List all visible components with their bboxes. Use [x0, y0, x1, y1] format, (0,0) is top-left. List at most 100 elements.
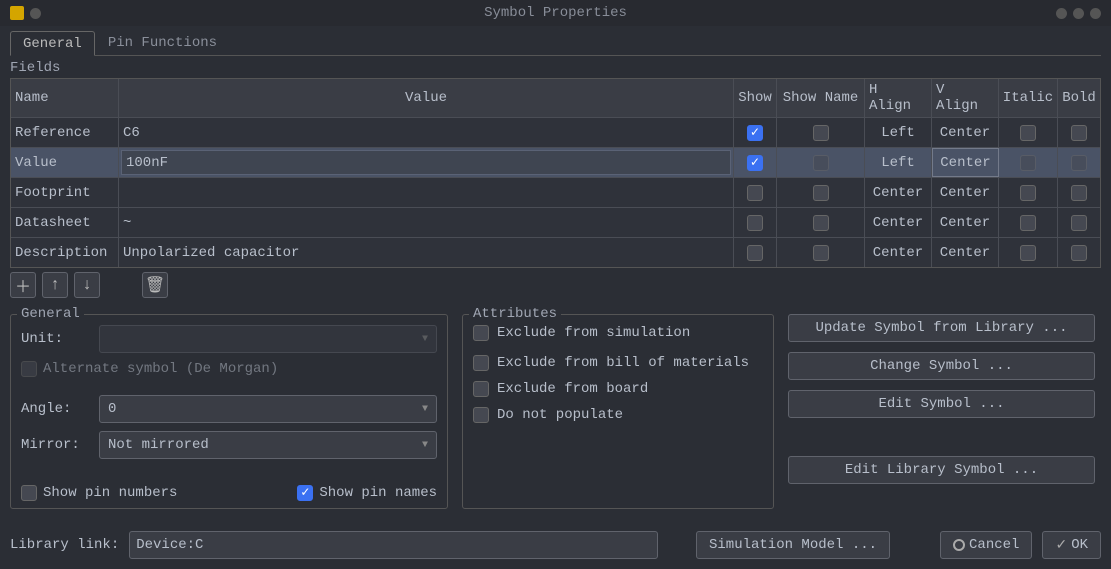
edit-symbol-button[interactable]: Edit Symbol ... [788, 390, 1095, 418]
angle-value: 0 [108, 401, 116, 417]
th-valign: V Align [932, 79, 999, 117]
delete-field-button[interactable]: 🗑 [142, 272, 168, 298]
cell-value[interactable]: ~ [119, 208, 734, 237]
th-showname: Show Name [777, 79, 865, 117]
cell-value[interactable]: C6 [119, 118, 734, 147]
chk-showname[interactable] [813, 215, 829, 231]
cell-name[interactable]: Description [11, 238, 119, 267]
exclude-board-label: Exclude from board [497, 381, 648, 397]
chk-italic[interactable] [1020, 125, 1036, 141]
ok-button[interactable]: ✓ OK [1042, 531, 1101, 559]
exclude-bom-checkbox[interactable] [473, 355, 489, 371]
cell-valign[interactable]: Center [932, 208, 999, 237]
cell-halign[interactable]: Left [865, 118, 932, 147]
cell-value[interactable]: 100nF [119, 148, 734, 177]
chk-showname[interactable] [813, 185, 829, 201]
cancel-button[interactable]: Cancel [940, 531, 1032, 559]
titlebar: Symbol Properties [0, 0, 1111, 26]
table-row[interactable]: Reference C6 Left Center [11, 117, 1100, 147]
show-pin-names-checkbox[interactable] [297, 485, 313, 501]
chk-italic[interactable] [1020, 155, 1036, 171]
library-link-input[interactable]: Device:C [129, 531, 658, 559]
chk-italic[interactable] [1020, 185, 1036, 201]
add-field-button[interactable]: ＋ [10, 272, 36, 298]
cell-value[interactable]: Unpolarized capacitor [119, 238, 734, 267]
tab-pin-functions[interactable]: Pin Functions [95, 30, 230, 55]
update-symbol-button[interactable]: Update Symbol from Library ... [788, 314, 1095, 342]
cell-valign[interactable]: Center [932, 118, 999, 147]
show-pin-names-label: Show pin names [319, 485, 437, 501]
chk-show[interactable] [747, 245, 763, 261]
library-link-label: Library link: [10, 537, 119, 553]
cell-name[interactable]: Footprint [11, 178, 119, 207]
cell-valign[interactable]: Center [932, 148, 999, 177]
alternate-symbol-label: Alternate symbol (De Morgan) [43, 361, 278, 377]
maximize-dot[interactable] [1073, 8, 1084, 19]
cell-valign[interactable]: Center [932, 238, 999, 267]
chk-show[interactable] [747, 185, 763, 201]
exclude-board-checkbox[interactable] [473, 381, 489, 397]
table-row[interactable]: Footprint Center Center [11, 177, 1100, 207]
simulation-model-button[interactable]: Simulation Model ... [696, 531, 890, 559]
show-pin-numbers-label: Show pin numbers [43, 485, 177, 501]
dnp-checkbox[interactable] [473, 407, 489, 423]
cell-halign[interactable]: Center [865, 208, 932, 237]
th-show: Show [734, 79, 777, 117]
change-symbol-button[interactable]: Change Symbol ... [788, 352, 1095, 380]
mirror-value: Not mirrored [108, 437, 209, 453]
window-title: Symbol Properties [484, 5, 627, 21]
cancel-icon [953, 539, 965, 551]
cell-valign[interactable]: Center [932, 178, 999, 207]
ok-icon: ✓ [1055, 537, 1067, 554]
cell-halign[interactable]: Center [865, 238, 932, 267]
general-panel: General Unit: ▼ Alternate symbol (De Mor… [10, 314, 448, 509]
fields-table: Name Value Show Show Name H Align V Alig… [10, 78, 1101, 268]
chk-bold[interactable] [1071, 215, 1087, 231]
chk-bold[interactable] [1071, 125, 1087, 141]
tab-general[interactable]: General [10, 31, 95, 56]
move-up-button[interactable]: ↑ [42, 272, 68, 298]
exclude-sim-checkbox[interactable] [473, 325, 489, 341]
value-input[interactable]: 100nF [121, 150, 731, 175]
cell-halign[interactable]: Left [865, 148, 932, 177]
angle-select[interactable]: 0▼ [99, 395, 437, 423]
table-header: Name Value Show Show Name H Align V Alig… [11, 79, 1100, 117]
dnp-label: Do not populate [497, 407, 623, 423]
edit-library-symbol-button[interactable]: Edit Library Symbol ... [788, 456, 1095, 484]
attributes-panel-title: Attributes [469, 306, 561, 322]
table-row[interactable]: Description Unpolarized capacitor Center… [11, 237, 1100, 267]
chk-bold[interactable] [1071, 155, 1087, 171]
minimize-dot[interactable] [1056, 8, 1067, 19]
chk-bold[interactable] [1071, 185, 1087, 201]
th-value: Value [119, 79, 734, 117]
chk-showname[interactable] [813, 155, 829, 171]
table-row[interactable]: Value 100nF Left Center [11, 147, 1100, 177]
cell-name[interactable]: Datasheet [11, 208, 119, 237]
table-row[interactable]: Datasheet ~ Center Center [11, 207, 1100, 237]
close-dot[interactable] [1090, 8, 1101, 19]
show-pin-numbers-checkbox[interactable] [21, 485, 37, 501]
th-name: Name [11, 79, 119, 117]
exclude-bom-label: Exclude from bill of materials [497, 355, 749, 371]
exclude-sim-label: Exclude from simulation [497, 325, 690, 341]
symbol-buttons-panel: Update Symbol from Library ... Change Sy… [788, 314, 1095, 509]
cancel-label: Cancel [969, 537, 1019, 553]
chk-showname[interactable] [813, 125, 829, 141]
th-italic: Italic [999, 79, 1058, 117]
chk-bold[interactable] [1071, 245, 1087, 261]
chk-italic[interactable] [1020, 245, 1036, 261]
tab-bar: General Pin Functions [10, 30, 1101, 56]
app-icon [10, 6, 24, 20]
cell-name[interactable]: Value [11, 148, 119, 177]
unit-select[interactable]: ▼ [99, 325, 437, 353]
chk-showname[interactable] [813, 245, 829, 261]
cell-value[interactable] [119, 178, 734, 207]
chk-italic[interactable] [1020, 215, 1036, 231]
mirror-select[interactable]: Not mirrored▼ [99, 431, 437, 459]
chk-show[interactable] [747, 125, 763, 141]
move-down-button[interactable]: ↓ [74, 272, 100, 298]
cell-name[interactable]: Reference [11, 118, 119, 147]
chk-show[interactable] [747, 155, 763, 171]
cell-halign[interactable]: Center [865, 178, 932, 207]
chk-show[interactable] [747, 215, 763, 231]
